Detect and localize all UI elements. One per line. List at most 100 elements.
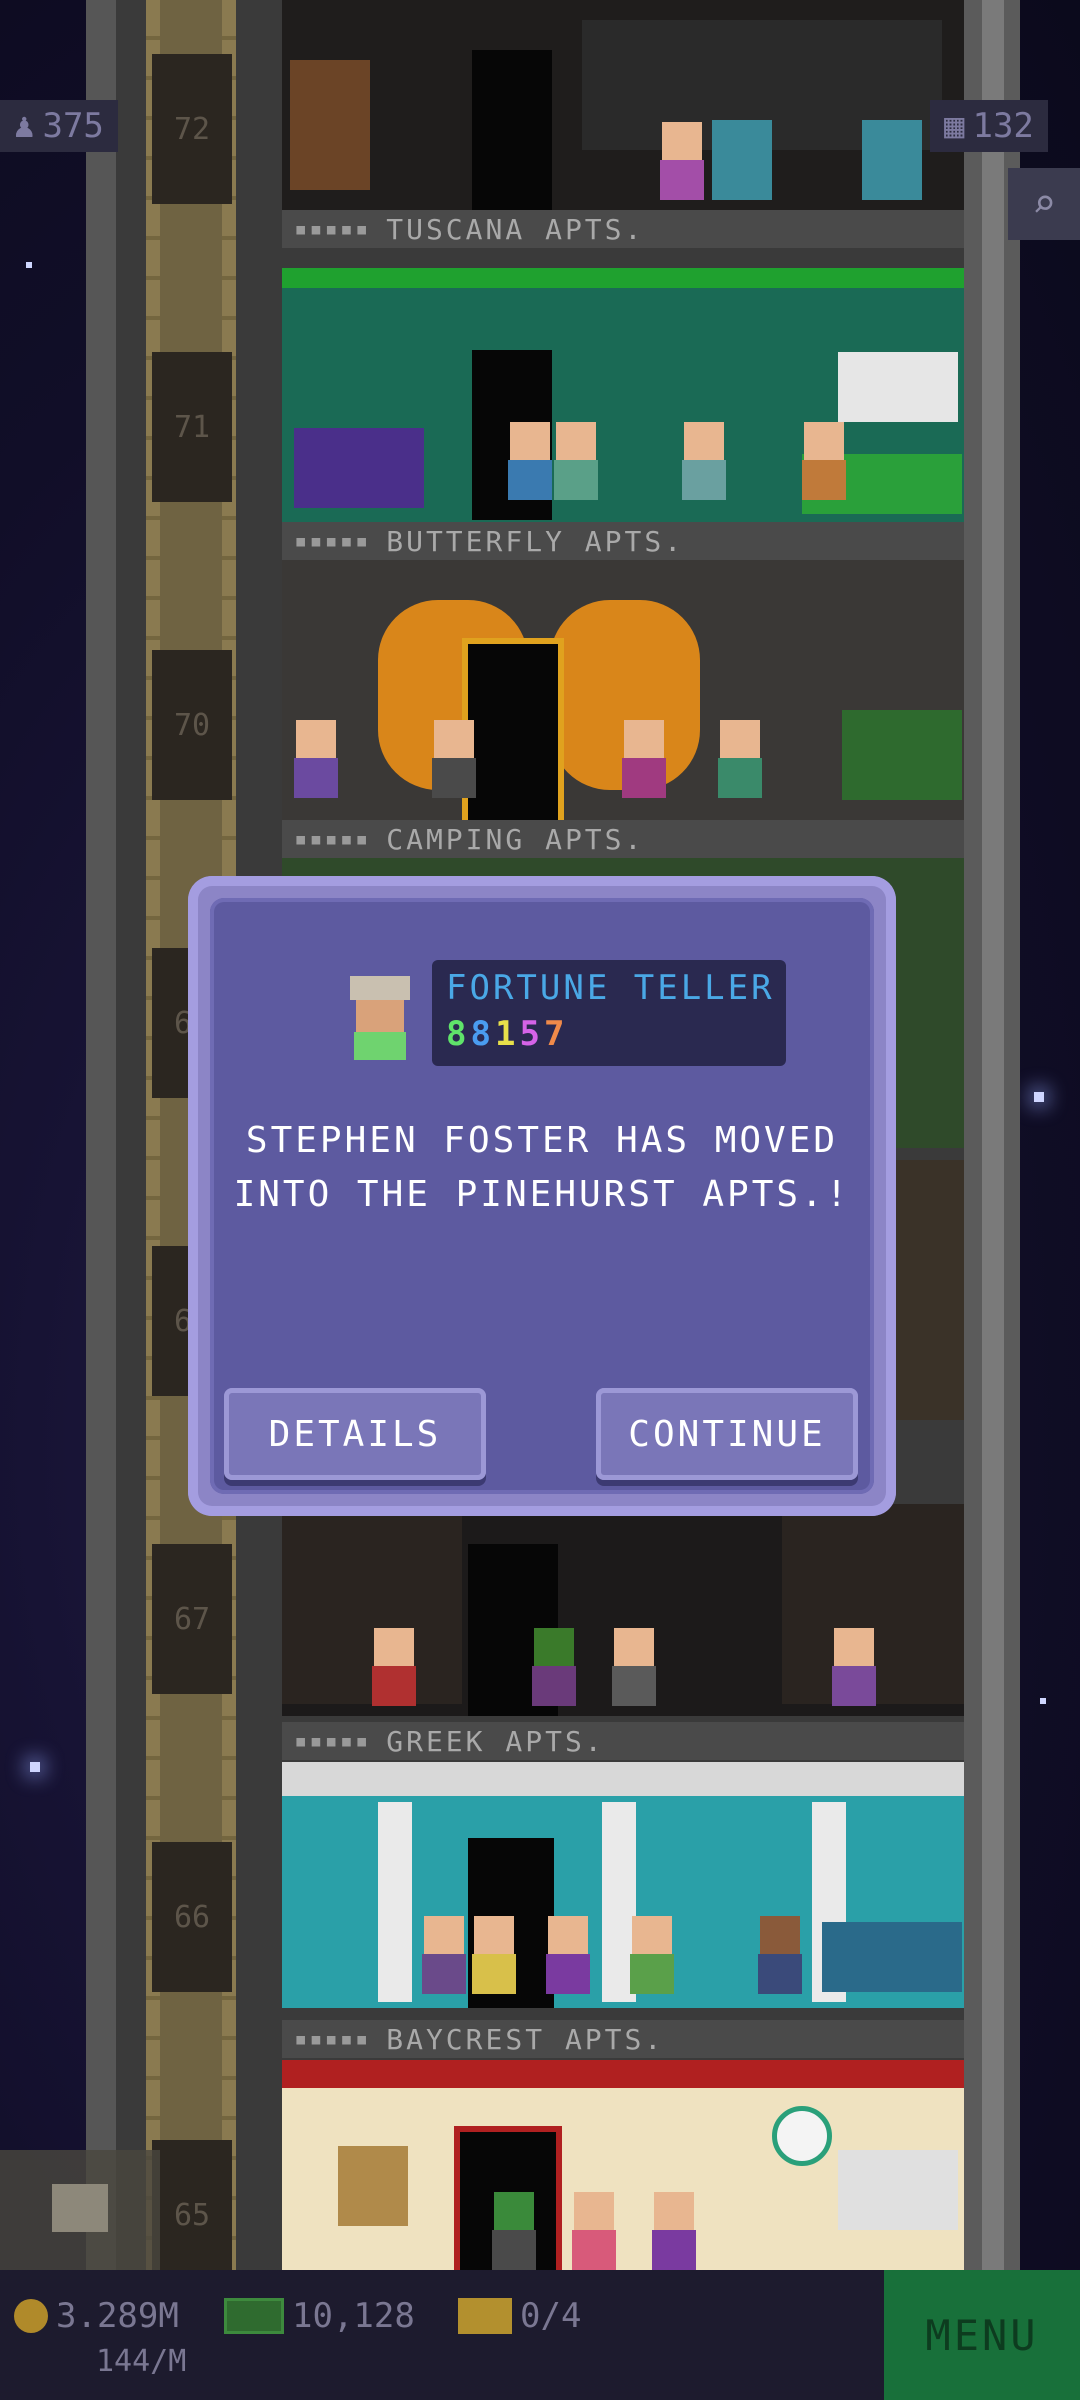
tenant[interactable] <box>508 422 552 500</box>
ceiling-trim <box>282 1762 964 1796</box>
floor-number: 66 <box>152 1842 232 1992</box>
floor-71-room[interactable] <box>282 268 964 522</box>
box-icon <box>52 2184 108 2232</box>
tenant[interactable] <box>532 1628 576 1706</box>
floor-name-bar: ▪▪▪▪▪ BUTTERFLY APTS. <box>282 522 964 560</box>
tenant[interactable] <box>472 1916 516 1994</box>
floor-name-bar: ▪▪▪▪▪ TUSCANA APTS. <box>282 210 964 248</box>
tenant[interactable] <box>422 1916 466 1994</box>
building-icon: ▦ <box>944 106 965 146</box>
bux-value: 10,128 <box>292 2296 415 2336</box>
kitchen-cabinet <box>838 352 958 422</box>
population-counter: ♟ 375 <box>0 100 118 152</box>
floor-counter: ▦ 132 <box>930 100 1048 152</box>
tenant[interactable] <box>572 2192 616 2270</box>
tower-bux-icon <box>224 2298 284 2334</box>
floor-67-room[interactable] <box>282 1504 964 1716</box>
doorway <box>472 50 552 210</box>
skill-stats: 8 8 1 5 7 <box>446 1014 564 1054</box>
tower-left-rail <box>86 0 116 2290</box>
floor-65-room[interactable] <box>282 2060 964 2270</box>
column <box>378 1802 412 2002</box>
ceiling-trim <box>282 2060 964 2088</box>
search-button[interactable]: ⌕ <box>1008 168 1080 240</box>
bookshelf <box>290 60 370 190</box>
plants <box>842 710 962 800</box>
coins-value: 3.289M <box>56 2296 179 2336</box>
tenant[interactable] <box>612 1628 656 1706</box>
trim <box>282 268 964 288</box>
tenant[interactable] <box>682 422 726 500</box>
tenant[interactable] <box>660 122 704 200</box>
skill-stat: 5 <box>519 1014 540 1054</box>
tenant[interactable] <box>554 422 598 500</box>
person-icon: ♟ <box>14 106 35 146</box>
dream-job-title: FORTUNE TELLER <box>446 968 775 1008</box>
floor-number: 65 <box>152 2140 232 2290</box>
floor-name-bar: ▪▪▪▪▪ CAMPING APTS. <box>282 820 964 858</box>
floor-number: 71 <box>152 352 232 502</box>
floor-72-room[interactable] <box>282 0 964 210</box>
tenant[interactable] <box>372 1628 416 1706</box>
coins-rate: 144/M <box>96 2344 186 2379</box>
tenant[interactable] <box>718 720 762 798</box>
armchair <box>862 120 922 200</box>
tower-right-rail-inner <box>982 0 1004 2290</box>
floor-name: GREEK APTS. <box>386 1724 605 1758</box>
tenant[interactable] <box>294 720 338 798</box>
kitchen-cabinet <box>838 2150 958 2230</box>
rating-dots: ▪▪▪▪▪ <box>294 216 371 242</box>
tenant[interactable] <box>546 1916 590 1994</box>
skill-stat: 8 <box>470 1014 491 1054</box>
population-value: 375 <box>42 106 104 146</box>
tenant[interactable] <box>758 1916 802 1994</box>
floor-66-room[interactable] <box>282 1762 964 2008</box>
coins-rate-value: 144/M <box>96 2344 187 2379</box>
floor-name: BUTTERFLY APTS. <box>386 524 685 558</box>
floor-name: TUSCANA APTS. <box>386 212 645 246</box>
floor-number: 67 <box>152 1544 232 1694</box>
armchair <box>712 120 772 200</box>
tenant[interactable] <box>802 422 846 500</box>
bux-stat: 10,128 <box>224 2296 415 2336</box>
floor-number: 70 <box>152 650 232 800</box>
floor-number: 72 <box>152 54 232 204</box>
tenant[interactable] <box>652 2192 696 2270</box>
sofa <box>294 428 424 508</box>
floor-70-room[interactable] <box>282 560 964 820</box>
tickets-value: 0/4 <box>520 2296 582 2336</box>
continue-button[interactable]: CONTINUE <box>596 1388 858 1480</box>
rating-dots: ▪▪▪▪▪ <box>294 826 371 852</box>
floor-name-bar: ▪▪▪▪▪ GREEK APTS. <box>282 1722 964 1760</box>
dialog-panel: FORTUNE TELLER 8 8 1 5 7 STEPHEN FOSTER … <box>210 898 874 1494</box>
painting <box>338 2146 408 2226</box>
tenant[interactable] <box>622 720 666 798</box>
coin-icon <box>14 2299 48 2333</box>
star-icon <box>30 1762 40 1772</box>
doorway <box>468 644 558 820</box>
floor-count-value: 132 <box>972 106 1034 146</box>
dialog-message: STEPHEN FOSTER HAS MOVED INTO THE PINEHU… <box>233 1120 851 1215</box>
skill-stat: 7 <box>543 1014 565 1054</box>
skill-stat: 1 <box>494 1014 516 1054</box>
coins-stat: 3.289M <box>14 2296 179 2336</box>
star-icon <box>26 262 32 268</box>
magnifier-icon: ⌕ <box>1031 181 1057 227</box>
tickets-stat: 0/4 <box>458 2296 581 2336</box>
tenant[interactable] <box>630 1916 674 1994</box>
details-button[interactable]: DETAILS <box>224 1388 486 1480</box>
skill-stat: 8 <box>446 1014 467 1054</box>
rating-dots: ▪▪▪▪▪ <box>294 2026 371 2052</box>
sofa <box>822 1922 962 1992</box>
wall-clock <box>772 2106 832 2166</box>
menu-button[interactable]: MENU <box>884 2270 1080 2400</box>
floor-name-bar: ▪▪▪▪▪ BAYCREST APTS. <box>282 2020 964 2058</box>
tenant[interactable] <box>432 720 476 798</box>
bitizen-avatar <box>350 976 410 1060</box>
star-icon <box>1034 1092 1044 1102</box>
tenant[interactable] <box>832 1628 876 1706</box>
rating-dots: ▪▪▪▪▪ <box>294 528 371 554</box>
tenant[interactable] <box>492 2192 536 2270</box>
floor-name: BAYCREST APTS. <box>386 2022 665 2056</box>
move-in-dialog: FORTUNE TELLER 8 8 1 5 7 STEPHEN FOSTER … <box>188 876 896 1516</box>
